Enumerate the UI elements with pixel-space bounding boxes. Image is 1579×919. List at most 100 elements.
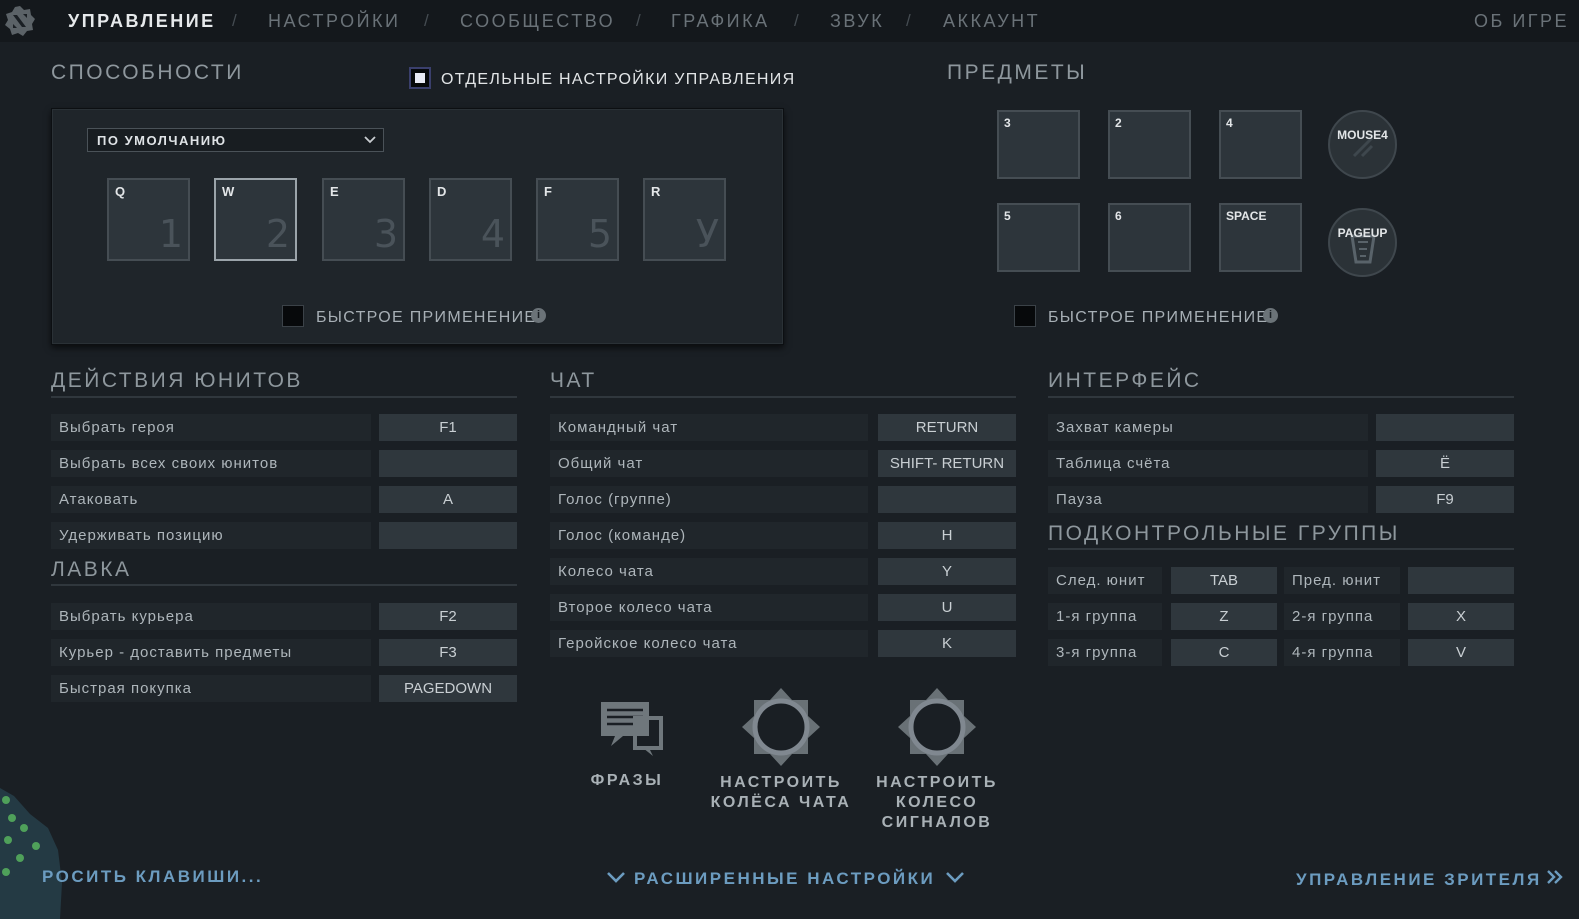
ability-key-label: R bbox=[651, 184, 661, 199]
binding-key[interactable]: SHIFT- RETURN bbox=[878, 450, 1016, 477]
tab-about[interactable]: ОБ ИГРЕ bbox=[1474, 11, 1569, 32]
divider bbox=[1048, 548, 1514, 550]
binding-key[interactable]: X bbox=[1408, 603, 1514, 630]
binding-key[interactable]: V bbox=[1408, 639, 1514, 666]
binding-key[interactable] bbox=[1408, 567, 1514, 594]
ability-key-slot[interactable]: W 2 bbox=[214, 178, 297, 261]
ability-slot-number: 1 bbox=[158, 212, 183, 256]
divider bbox=[51, 584, 517, 586]
binding-key[interactable]: RETURN bbox=[878, 414, 1016, 441]
tp-scroll-slot[interactable]: PAGEUP bbox=[1328, 208, 1397, 277]
ability-key-label: D bbox=[437, 184, 447, 199]
item-key-slot[interactable]: 4 bbox=[1219, 110, 1302, 179]
tab-community[interactable]: СООБЩЕСТВО bbox=[460, 11, 615, 32]
separate-settings-checkbox[interactable] bbox=[409, 67, 431, 89]
info-icon[interactable]: i bbox=[531, 308, 546, 323]
binding-key[interactable] bbox=[878, 486, 1016, 513]
chevron-down-icon bbox=[607, 872, 625, 883]
chat-wheel-icon bbox=[742, 688, 820, 766]
binding-label: 2-я группа bbox=[1284, 603, 1400, 630]
item-key-slot[interactable]: 5 bbox=[997, 203, 1080, 272]
binding-key[interactable] bbox=[1376, 414, 1514, 441]
item-quickcast-label: БЫСТРОЕ ПРИМЕНЕНИЕ bbox=[1048, 309, 1269, 326]
tp-key-label: PAGEUP bbox=[1337, 226, 1388, 240]
spectator-controls-link[interactable]: УПРАВЛЕНИЕ ЗРИТЕЛЯ bbox=[1296, 869, 1564, 890]
ability-quickcast-checkbox[interactable] bbox=[282, 305, 304, 327]
separate-settings-label: ОТДЕЛЬНЫЕ НАСТРОЙКИ УПРАВЛЕНИЯ bbox=[441, 71, 796, 88]
ability-key-slot[interactable]: F 5 bbox=[536, 178, 619, 261]
ability-slot-number: 4 bbox=[480, 212, 505, 256]
item-quickcast-checkbox[interactable] bbox=[1014, 305, 1036, 327]
configure-chat-wheels-button[interactable]: НАСТРОИТЬ КОЛЁСА ЧАТА bbox=[706, 686, 856, 813]
binding-key[interactable]: PAGEDOWN bbox=[379, 675, 517, 702]
ability-key-slot[interactable]: R У bbox=[643, 178, 726, 261]
binding-label: Голос (группе) bbox=[550, 486, 868, 513]
binding-key[interactable]: Y bbox=[878, 558, 1016, 585]
binding-key[interactable]: F3 bbox=[379, 639, 517, 666]
binding-label: Таблица счёта bbox=[1048, 450, 1368, 477]
ability-slot-number: 2 bbox=[265, 212, 290, 256]
configure-ping-wheel-button[interactable]: НАСТРОИТЬ КОЛЕСО СИГНАЛОВ bbox=[862, 686, 1012, 833]
item-key-label: 2 bbox=[1115, 116, 1122, 130]
chat-bubbles-icon bbox=[601, 702, 663, 756]
dota-logo-icon[interactable] bbox=[4, 5, 36, 37]
binding-key[interactable]: U bbox=[878, 594, 1016, 621]
tab-separator: / bbox=[424, 11, 429, 30]
neutral-item-slot[interactable]: MOUSE4 bbox=[1328, 110, 1397, 179]
minimap-fragment[interactable] bbox=[0, 788, 62, 919]
binding-label: 3-я группа bbox=[1048, 639, 1162, 666]
items-title: ПРЕДМЕТЫ bbox=[947, 61, 1088, 84]
divider bbox=[550, 396, 1016, 398]
binding-label: Курьер - доставить предметы bbox=[51, 639, 371, 666]
item-key-label: 5 bbox=[1004, 209, 1011, 223]
item-key-slot[interactable]: 3 bbox=[997, 110, 1080, 179]
preset-value: ПО УМОЛЧАНИЮ bbox=[97, 133, 227, 148]
binding-key[interactable]: K bbox=[878, 630, 1016, 657]
item-key-label: SPACE bbox=[1226, 209, 1267, 223]
binding-key[interactable]: F1 bbox=[379, 414, 517, 441]
binding-label: Колесо чата bbox=[550, 558, 868, 585]
tab-controls[interactable]: УПРАВЛЕНИЕ bbox=[68, 11, 216, 32]
tab-separator: / bbox=[906, 11, 911, 30]
item-key-label: 3 bbox=[1004, 116, 1011, 130]
binding-key[interactable]: A bbox=[379, 486, 517, 513]
ability-slot-number: 5 bbox=[587, 212, 612, 256]
spectator-controls-label: УПРАВЛЕНИЕ ЗРИТЕЛЯ bbox=[1296, 870, 1542, 889]
binding-key[interactable]: H bbox=[878, 522, 1016, 549]
tab-separator: / bbox=[794, 11, 799, 30]
configure-chat-wheels-line2: КОЛЁСА ЧАТА bbox=[710, 794, 852, 811]
ability-key-slot[interactable]: Q 1 bbox=[107, 178, 190, 261]
phrases-button[interactable]: ФРАЗЫ bbox=[575, 696, 679, 791]
binding-key[interactable] bbox=[379, 522, 517, 549]
tab-settings[interactable]: НАСТРОЙКИ bbox=[268, 11, 400, 32]
interface-title: ИНТЕРФЕЙС bbox=[1048, 369, 1202, 392]
advanced-settings-toggle[interactable]: РАСШИРЕННЫЕ НАСТРОЙКИ bbox=[606, 869, 965, 889]
item-key-slot[interactable]: 6 bbox=[1108, 203, 1191, 272]
configure-chat-wheels-line1: НАСТРОИТЬ bbox=[720, 774, 842, 791]
binding-key[interactable]: F9 bbox=[1376, 486, 1514, 513]
binding-key[interactable] bbox=[379, 450, 517, 477]
ability-key-slot[interactable]: D 4 bbox=[429, 178, 512, 261]
binding-key[interactable]: C bbox=[1171, 639, 1277, 666]
unit-actions-title: ДЕЙСТВИЯ ЮНИТОВ bbox=[51, 369, 303, 392]
info-icon[interactable]: i bbox=[1263, 308, 1278, 323]
item-key-label: 4 bbox=[1226, 116, 1233, 130]
binding-key[interactable]: TAB bbox=[1171, 567, 1277, 594]
item-key-slot[interactable]: SPACE bbox=[1219, 203, 1302, 272]
ability-key-slot[interactable]: E 3 bbox=[322, 178, 405, 261]
tab-graphics[interactable]: ГРАФИКА bbox=[671, 11, 770, 32]
binding-label: Геройское колесо чата bbox=[550, 630, 868, 657]
item-key-slot[interactable]: 2 bbox=[1108, 110, 1191, 179]
tab-sound[interactable]: ЗВУК bbox=[830, 11, 884, 32]
item-key-label: 6 bbox=[1115, 209, 1122, 223]
binding-key[interactable]: Z bbox=[1171, 603, 1277, 630]
binding-key[interactable]: F2 bbox=[379, 603, 517, 630]
preset-dropdown[interactable]: ПО УМОЛЧАНИЮ bbox=[87, 128, 384, 152]
tab-separator: / bbox=[636, 11, 641, 30]
binding-label: Общий чат bbox=[550, 450, 868, 477]
binding-label: 1-я группа bbox=[1048, 603, 1162, 630]
binding-key[interactable]: Ё bbox=[1376, 450, 1514, 477]
tab-account[interactable]: АККАУНТ bbox=[943, 11, 1040, 32]
chevron-down-icon bbox=[946, 872, 965, 883]
reset-keys-link[interactable]: РОСИТЬ КЛАВИШИ... bbox=[42, 867, 263, 887]
